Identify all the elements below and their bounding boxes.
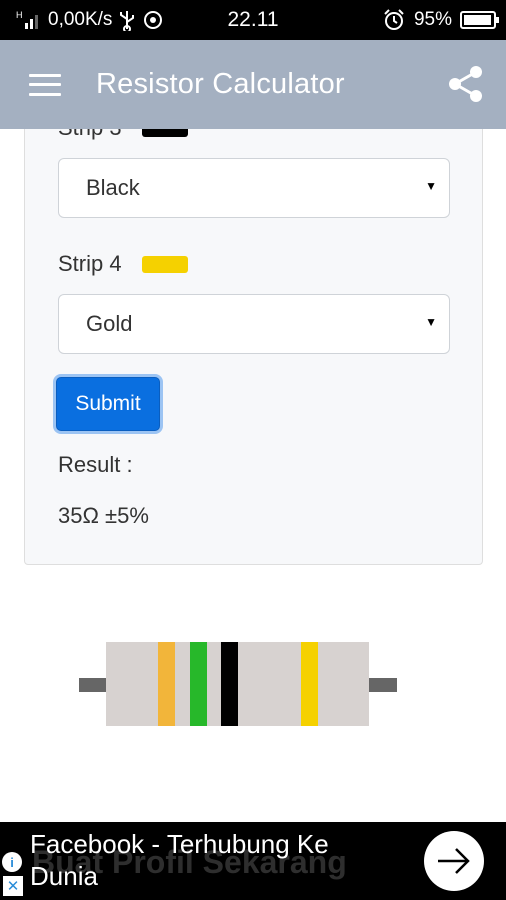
ad-close-icon[interactable]: ✕ bbox=[3, 876, 23, 896]
dropdown-arrow-icon: ▼ bbox=[425, 179, 437, 193]
calculator-card: Strip 3 Black ▼ Strip 4 Gold ▼ Submit Re… bbox=[24, 100, 483, 565]
resistor-band-orange bbox=[158, 642, 175, 726]
ad-arrow-button[interactable] bbox=[424, 831, 484, 891]
ad-title[interactable]: Facebook - Terhubung Ke Dunia bbox=[30, 828, 370, 892]
alarm-icon bbox=[384, 9, 404, 30]
result-label: Result : bbox=[58, 452, 133, 477]
arrow-right-icon bbox=[438, 848, 470, 874]
hamburger-menu-icon[interactable] bbox=[29, 73, 61, 96]
resistor-band-black bbox=[221, 642, 238, 726]
resistor-band-green bbox=[190, 642, 207, 726]
strip4-selected-value: Gold bbox=[86, 311, 133, 336]
app-title: Resistor Calculator bbox=[96, 68, 345, 100]
strip3-select[interactable]: Black ▼ bbox=[58, 158, 450, 218]
resistor-lead-right bbox=[369, 678, 397, 692]
battery-icon bbox=[460, 11, 499, 29]
resistor-illustration bbox=[79, 640, 397, 728]
strip4-row: Strip 4 bbox=[58, 251, 188, 277]
ad-banner[interactable]: Buat Profil Sekarang Facebook - Terhubun… bbox=[0, 822, 506, 900]
strip4-select[interactable]: Gold ▼ bbox=[58, 294, 450, 354]
resistor-band-gold bbox=[301, 642, 318, 726]
strip4-label: Strip 4 bbox=[58, 251, 122, 276]
resistor-lead-left bbox=[79, 678, 106, 692]
strip3-selected-value: Black bbox=[86, 175, 140, 200]
submit-button[interactable]: Submit bbox=[56, 377, 160, 431]
dropdown-arrow-icon: ▼ bbox=[425, 315, 437, 329]
status-bar: H 0,00K/s 22.11 95% bbox=[0, 0, 506, 40]
strip4-color-swatch bbox=[141, 255, 188, 273]
battery-percent: 95% bbox=[413, 9, 452, 30]
share-icon[interactable] bbox=[446, 64, 486, 104]
app-bar: Resistor Calculator bbox=[0, 40, 506, 129]
result-value: 35Ω ±5% bbox=[58, 503, 149, 528]
ad-info-icon[interactable]: i bbox=[2, 852, 22, 872]
